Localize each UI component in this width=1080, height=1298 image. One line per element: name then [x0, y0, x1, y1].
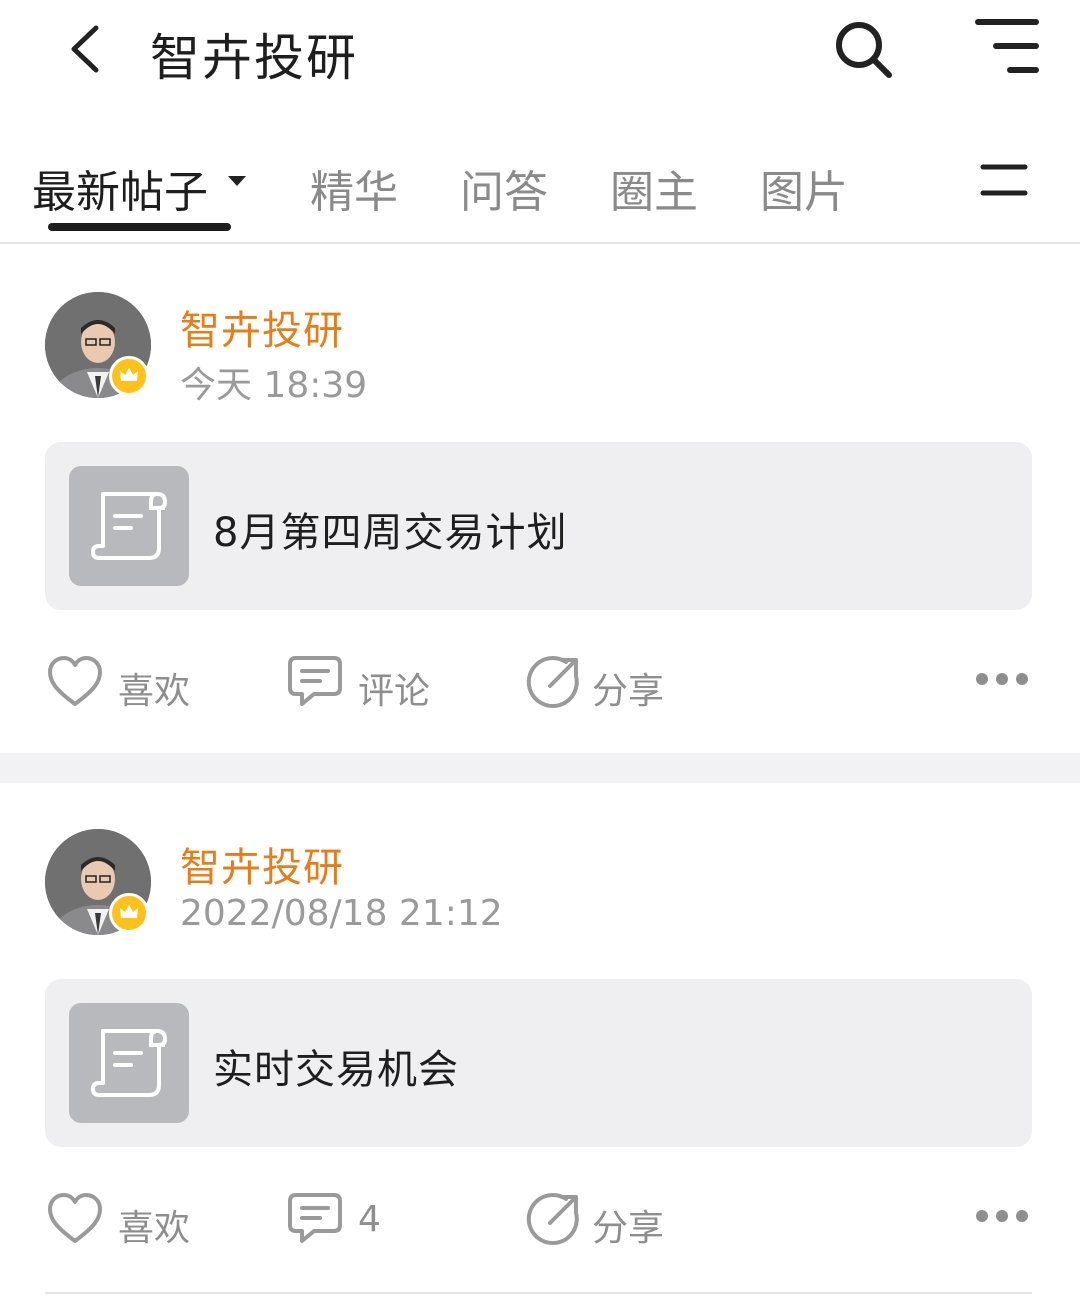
heart-icon [48, 656, 102, 706]
dropdown-caret-icon[interactable] [228, 176, 246, 186]
comment-icon [288, 656, 342, 706]
document-icon [69, 1003, 189, 1123]
search-icon[interactable] [832, 18, 896, 82]
comment-button[interactable]: 4 [286, 1191, 446, 1251]
comment-label: 评论 [358, 671, 431, 712]
tab-overflow-fade [895, 150, 965, 220]
share-button[interactable]: 分享 [526, 1191, 686, 1251]
post-divider [45, 1292, 1032, 1294]
list-menu-icon[interactable] [980, 162, 1028, 198]
tab-bar: 最新帖子 精华 问答 圈主 图片 [0, 140, 1080, 244]
top-bar: 智卉投研 [0, 0, 1080, 110]
like-button[interactable]: 喜欢 [46, 1191, 206, 1251]
back-icon[interactable] [62, 22, 112, 76]
page-title: 智卉投研 [150, 29, 358, 87]
post-item: 智卉投研 2022/08/18 21:12 实时交易机会 喜欢 4 分享 [0, 783, 1080, 1298]
post-card[interactable]: 实时交易机会 [45, 979, 1032, 1147]
like-label: 喜欢 [118, 1208, 191, 1249]
more-icon[interactable] [974, 671, 1030, 687]
post-title: 实时交易机会 [213, 1047, 459, 1093]
post-item: 智卉投研 今天 18:39 8月第四周交易计划 喜欢 评论 分享 [0, 243, 1080, 753]
share-icon [526, 656, 579, 709]
tab-owner[interactable]: 圈主 [610, 156, 698, 220]
more-icon[interactable] [974, 1208, 1030, 1224]
like-label: 喜欢 [118, 671, 191, 712]
author-name[interactable]: 智卉投研 [180, 835, 344, 893]
crown-icon [109, 893, 149, 933]
post-time: 今天 18:39 [180, 365, 368, 406]
author-name[interactable]: 智卉投研 [180, 298, 344, 356]
post-time: 2022/08/18 21:12 [180, 893, 503, 934]
menu-icon[interactable] [972, 16, 1042, 80]
share-label: 分享 [592, 1208, 665, 1249]
tab-featured[interactable]: 精华 [310, 156, 398, 220]
tab-images[interactable]: 图片 [760, 156, 848, 220]
share-label: 分享 [592, 671, 665, 712]
share-icon [526, 1193, 579, 1246]
post-title: 8月第四周交易计划 [213, 510, 568, 556]
tab-latest-posts[interactable]: 最新帖子 [32, 156, 208, 220]
comment-icon [288, 1193, 342, 1243]
share-button[interactable]: 分享 [526, 654, 686, 714]
document-icon [69, 466, 189, 586]
heart-icon [48, 1193, 102, 1243]
like-button[interactable]: 喜欢 [46, 654, 206, 714]
crown-icon [109, 356, 149, 396]
comment-count: 4 [358, 1199, 381, 1240]
active-tab-indicator [48, 223, 231, 231]
post-card[interactable]: 8月第四周交易计划 [45, 442, 1032, 610]
comment-button[interactable]: 评论 [286, 654, 446, 714]
tab-qa[interactable]: 问答 [460, 156, 548, 220]
section-divider [0, 753, 1080, 783]
